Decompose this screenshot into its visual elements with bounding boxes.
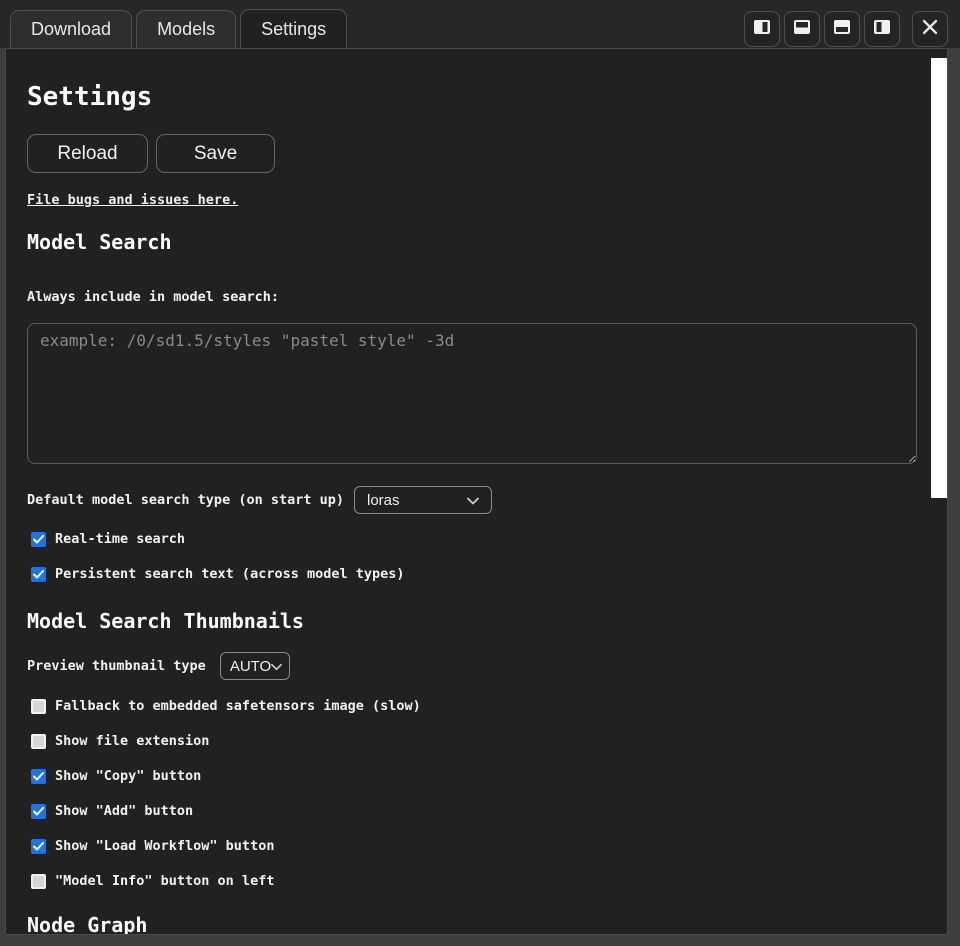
close-button[interactable] <box>912 11 948 47</box>
show-file-extension-row: Show file extension <box>31 734 947 749</box>
show-copy-button-checkbox[interactable] <box>31 769 46 784</box>
show-copy-button-row: Show "Copy" button <box>31 769 947 784</box>
persistent-search-row: Persistent search text (across model typ… <box>31 567 947 582</box>
preview-thumbnail-type-row: Preview thumbnail type AUTO <box>27 652 947 680</box>
thumbnails-heading: Model Search Thumbnails <box>27 609 947 633</box>
select-value: AUTO <box>230 658 271 675</box>
dock-left-button[interactable] <box>864 11 900 47</box>
tab-download[interactable]: Download <box>10 10 132 48</box>
settings-panel: Settings Reload Save File bugs and issue… <box>5 48 948 935</box>
panel-bottom-icon <box>833 18 851 41</box>
save-button[interactable]: Save <box>156 134 275 173</box>
preview-thumbnail-type-label: Preview thumbnail type <box>27 658 206 675</box>
default-search-type-label: Default model search type (on start up) <box>27 492 344 509</box>
panel-right-icon <box>753 18 771 41</box>
tab-settings[interactable]: Settings <box>240 9 347 48</box>
realtime-search-row: Real-time search <box>31 532 947 547</box>
persistent-search-checkbox[interactable] <box>31 567 46 582</box>
fallback-safetensors-label: Fallback to embedded safetensors image (… <box>55 699 421 714</box>
tab-models[interactable]: Models <box>136 10 236 48</box>
reload-button[interactable]: Reload <box>27 134 148 173</box>
always-include-textarea[interactable] <box>27 323 917 464</box>
dock-bottom-button[interactable] <box>824 11 860 47</box>
node-graph-heading: Node Graph <box>27 913 947 935</box>
dock-top-button[interactable] <box>784 11 820 47</box>
dock-right-button[interactable] <box>744 11 780 47</box>
panel-top-icon <box>793 18 811 41</box>
fallback-safetensors-checkbox[interactable] <box>31 699 46 714</box>
realtime-search-checkbox[interactable] <box>31 532 46 547</box>
chevron-down-icon <box>271 658 282 675</box>
model-info-left-label: "Model Info" button on left <box>55 874 274 889</box>
page-title: Settings <box>27 82 947 112</box>
show-copy-button-label: Show "Copy" button <box>55 769 201 784</box>
default-search-type-row: Default model search type (on start up) … <box>27 486 947 514</box>
show-load-workflow-label: Show "Load Workflow" button <box>55 839 274 854</box>
fallback-safetensors-row: Fallback to embedded safetensors image (… <box>31 699 947 714</box>
persistent-search-label: Persistent search text (across model typ… <box>55 567 405 582</box>
show-load-workflow-checkbox[interactable] <box>31 839 46 854</box>
file-bugs-link[interactable]: File bugs and issues here. <box>27 192 238 208</box>
action-buttons: Reload Save <box>27 134 947 173</box>
close-icon <box>921 18 939 41</box>
model-search-heading: Model Search <box>27 230 947 254</box>
select-value: loras <box>367 492 400 509</box>
model-info-left-checkbox[interactable] <box>31 874 46 889</box>
model-info-left-row: "Model Info" button on left <box>31 874 947 889</box>
vertical-scrollbar-thumb[interactable] <box>931 58 947 498</box>
show-add-button-row: Show "Add" button <box>31 804 947 819</box>
always-include-label: Always include in model search: <box>27 289 947 306</box>
panel-left-icon <box>873 18 891 41</box>
realtime-search-label: Real-time search <box>55 532 185 547</box>
show-load-workflow-row: Show "Load Workflow" button <box>31 839 947 854</box>
default-search-type-select[interactable]: loras <box>354 486 492 514</box>
show-add-button-checkbox[interactable] <box>31 804 46 819</box>
tab-bar: Download Models Settings <box>0 0 960 48</box>
show-file-extension-label: Show file extension <box>55 734 209 749</box>
window-controls <box>744 11 948 47</box>
chevron-down-icon <box>467 492 479 509</box>
preview-thumbnail-type-select[interactable]: AUTO <box>220 652 290 680</box>
tab-strip: Download Models Settings <box>10 9 351 48</box>
show-file-extension-checkbox[interactable] <box>31 734 46 749</box>
show-add-button-label: Show "Add" button <box>55 804 193 819</box>
